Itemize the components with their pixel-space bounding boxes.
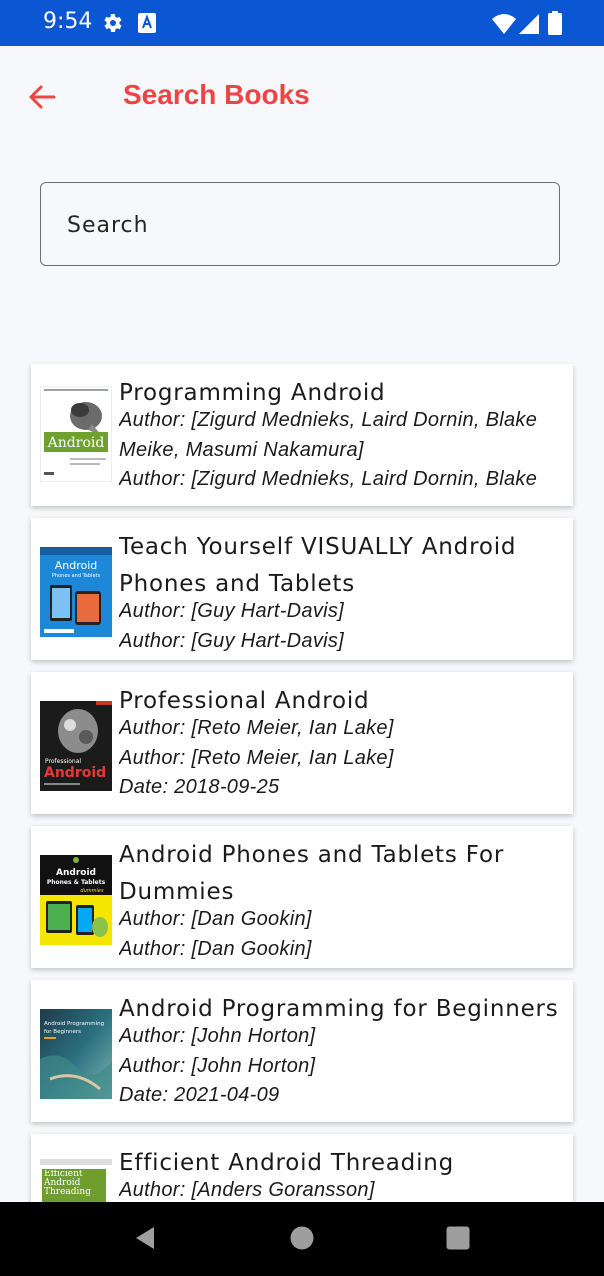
book-author: Author: [Guy Hart-Davis]: [119, 600, 345, 622]
android-for-dummies-cover: Android Phones & Tablets dummies: [40, 855, 112, 945]
book-card[interactable]: Professional Android Professional Androi…: [31, 672, 573, 814]
book-text: Efficient Android Threading Author: [And…: [119, 1145, 559, 1202]
nav-back-icon[interactable]: [132, 1225, 158, 1251]
book-date: Date: 2021-04-09: [119, 1084, 280, 1106]
book-author: Author: [Dan Gookin]: [119, 937, 312, 960]
cover-title: Efficient Android Threading: [44, 1170, 91, 1197]
book-card[interactable]: Efficient Android Threading Efficient An…: [31, 1134, 573, 1202]
cover-title: Android: [47, 435, 105, 451]
book-author: Author: [Dan Gookin]: [119, 908, 312, 930]
book-card[interactable]: Android Phones and Tablets Teach Yoursel…: [31, 518, 573, 660]
book-author: Author: [Anders Goransson]: [119, 1179, 375, 1201]
book-author: Author: [Reto Meier, Ian Lake]: [119, 746, 394, 769]
book-date: Date: 2018-09-25: [119, 776, 280, 798]
book-author: Author: [John Horton]: [119, 1054, 316, 1077]
book-card[interactable]: Android Phones & Tablets dummies Android…: [31, 826, 573, 968]
cover-title: Android Programming: [44, 1021, 104, 1027]
book-author: Author: [Guy Hart-Davis]: [119, 629, 345, 652]
book-author: Author: [Zigurd Mednieks, Laird Dornin, …: [119, 468, 538, 490]
cover-subtitle: Phones & Tablets: [47, 879, 106, 886]
nav-recents-icon[interactable]: [445, 1225, 471, 1251]
cover-title: Android: [44, 765, 106, 781]
professional-android-cover: Professional Android: [40, 701, 112, 791]
cover-title: Android: [56, 868, 96, 878]
programming-android-cover: Android: [40, 386, 112, 482]
nav-home-icon[interactable]: [289, 1225, 315, 1251]
cover-subtitle: Phones and Tablets: [52, 573, 101, 579]
book-text: Teach Yourself VISUALLY Android Phones a…: [119, 529, 559, 660]
cover-brand: dummies: [80, 888, 104, 894]
book-author: Author: [Zigurd Mednieks, Laird Dornin, …: [119, 409, 538, 461]
teach-yourself-visually-cover: Android Phones and Tablets: [40, 547, 112, 637]
cover-subtitle: Professional: [45, 758, 81, 765]
book-list[interactable]: Android Programming Android Author: [Zig…: [0, 0, 604, 1202]
cover-subtitle: for Beginners: [44, 1029, 81, 1035]
efficient-android-threading-cover: Efficient Android Threading: [40, 1159, 112, 1202]
book-card[interactable]: Android Programming Android Author: [Zig…: [31, 364, 573, 506]
book-author: Author: [Reto Meier, Ian Lake]: [119, 717, 394, 739]
book-text: Android Phones and Tablets For Dummies A…: [119, 837, 559, 968]
book-text: Programming Android Author: [Zigurd Medn…: [119, 375, 559, 506]
book-card[interactable]: Android Programming for Beginners Androi…: [31, 980, 573, 1122]
book-text: Android Programming for Beginners Author…: [119, 991, 559, 1122]
book-title: Teach Yourself VISUALLY Android Phones a…: [119, 534, 517, 597]
android-programming-beginners-cover: Android Programming for Beginners: [40, 1009, 112, 1099]
cover-title: Android: [55, 559, 98, 572]
book-title: Android Phones and Tablets For Dummies: [119, 842, 505, 905]
book-text: Professional Android Author: [Reto Meier…: [119, 683, 559, 814]
